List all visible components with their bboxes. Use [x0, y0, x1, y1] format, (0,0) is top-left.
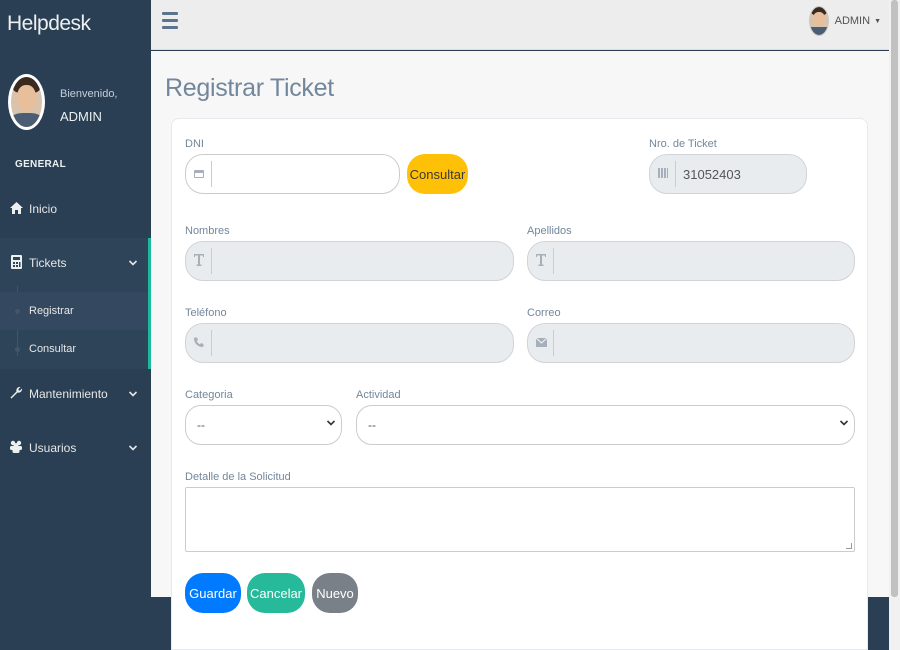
ticket-number-value: 31052403 — [683, 166, 741, 182]
caret-down-icon: ▼ — [874, 17, 881, 25]
correo-label: Correo — [527, 307, 561, 319]
nuevo-button[interactable]: Nuevo — [312, 573, 358, 613]
menu-section-title: GENERAL — [15, 159, 66, 170]
bullet-icon — [15, 346, 20, 352]
ticket-number-label: Nro. de Ticket — [649, 138, 717, 150]
id-card-icon — [187, 167, 211, 181]
actividad-select[interactable]: -- — [356, 405, 855, 445]
sidebar-item-label: Inicio — [29, 202, 58, 216]
envelope-icon — [529, 336, 553, 350]
categoria-label: Categoria — [185, 389, 233, 401]
telefono-field[interactable] — [185, 323, 514, 363]
phone-icon — [187, 336, 211, 350]
hamburger-icon — [162, 12, 178, 15]
profile: Bienvenido, ADMIN — [0, 50, 151, 150]
sidebar-item-mantenimiento[interactable]: Mantenimiento — [0, 379, 151, 409]
chevron-down-icon — [326, 418, 336, 429]
telefono-label: Teléfono — [185, 307, 227, 319]
avatar — [8, 74, 45, 130]
avatar — [808, 6, 829, 36]
user-menu-dropdown[interactable]: ADMIN ▼ — [808, 6, 881, 36]
text-icon — [529, 253, 553, 269]
consultar-button[interactable]: Consultar — [407, 154, 468, 194]
resize-handle-icon[interactable] — [846, 543, 852, 549]
cancelar-button[interactable]: Cancelar — [247, 573, 305, 613]
brand-title[interactable]: Helpdesk — [0, 0, 151, 50]
nombres-label: Nombres — [185, 225, 230, 237]
page-title: Registrar Ticket — [165, 74, 334, 102]
nombres-field[interactable] — [185, 241, 514, 281]
sidebar-item-label: Tickets — [29, 256, 67, 270]
apellidos-label: Apellidos — [527, 225, 572, 237]
calculator-icon — [9, 254, 23, 272]
sidebar-subitem-consultar[interactable]: Consultar — [0, 330, 148, 368]
dni-field — [185, 154, 400, 194]
chevron-down-icon — [128, 389, 138, 399]
guardar-button[interactable]: Guardar — [185, 573, 241, 613]
dni-label: DNI — [185, 138, 204, 150]
dni-input[interactable] — [212, 155, 399, 193]
sidebar-item-label: Mantenimiento — [29, 387, 108, 401]
welcome-user-name: ADMIN — [60, 109, 102, 124]
correo-field[interactable] — [527, 323, 855, 363]
wrench-icon — [9, 386, 23, 402]
apellidos-field[interactable] — [527, 241, 855, 281]
avatar-image — [11, 77, 42, 127]
chevron-down-icon — [839, 418, 849, 429]
text-icon — [187, 253, 211, 269]
home-icon — [9, 201, 23, 217]
actividad-label: Actividad — [356, 389, 401, 401]
barcode-icon — [651, 167, 675, 181]
scrollbar-thumb[interactable] — [891, 0, 898, 597]
sidebar-subitem-label: Consultar — [29, 343, 77, 355]
sidebar-item-tickets[interactable]: Tickets — [0, 248, 151, 278]
categoria-select[interactable]: -- — [185, 405, 342, 445]
bullet-icon — [15, 308, 20, 314]
sidebar: Helpdesk Bienvenido, ADMIN GENERAL Inici… — [0, 0, 151, 650]
sidebar-subitem-label: Registrar — [29, 305, 74, 317]
form-panel — [171, 118, 868, 650]
categoria-selected-value: -- — [197, 418, 205, 432]
sidebar-subitem-registrar[interactable]: Registrar — [0, 292, 148, 330]
welcome-text: Bienvenido, — [60, 88, 118, 100]
user-menu-label: ADMIN — [834, 15, 871, 27]
menu-toggle-button[interactable] — [162, 12, 178, 30]
detalle-textarea[interactable] — [185, 487, 855, 552]
sidebar-item-usuarios[interactable]: Usuarios — [0, 433, 151, 463]
chevron-down-icon — [128, 258, 138, 268]
top-navbar: ADMIN ▼ — [151, 0, 889, 50]
detalle-label: Detalle de la Solicitud — [185, 471, 291, 483]
sidebar-item-label: Usuarios — [29, 441, 77, 455]
sidebar-item-inicio[interactable]: Inicio — [0, 194, 151, 224]
chevron-down-icon — [128, 443, 138, 453]
ticket-number-field: 31052403 — [649, 154, 807, 194]
actividad-selected-value: -- — [368, 418, 376, 432]
users-icon — [9, 440, 23, 456]
